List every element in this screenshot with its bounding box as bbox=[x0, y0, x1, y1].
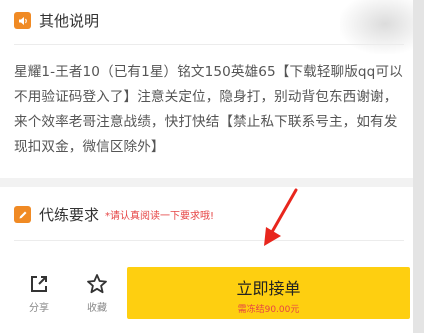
speaker-icon bbox=[14, 12, 31, 29]
section-gap bbox=[0, 178, 413, 187]
divider bbox=[14, 44, 404, 45]
background-blur bbox=[340, 0, 424, 54]
other-notes-title: 其他说明 bbox=[39, 12, 100, 30]
freeze-amount-text: 需冻结90.00元 bbox=[237, 305, 300, 315]
requirements-note: *请认真阅读一下要求哦! bbox=[105, 211, 215, 222]
favorite-label: 收藏 bbox=[87, 303, 107, 314]
accept-order-label: 立即接单 bbox=[236, 279, 301, 298]
requirements-header: 代练要求 *请认真阅读一下要求哦! bbox=[14, 204, 214, 225]
share-icon bbox=[31, 276, 47, 292]
favorite-button[interactable]: 收藏 bbox=[75, 273, 119, 314]
order-detail-card: 其他说明 星耀1-王者10（已有1星）铭文150英雄65【下载轻聊版qq可以不用… bbox=[0, 0, 424, 263]
pencil-icon bbox=[14, 206, 31, 223]
share-button[interactable]: 分享 bbox=[17, 273, 61, 314]
requirements-title: 代练要求 bbox=[39, 206, 100, 224]
other-notes-description: 星耀1-王者10（已有1星）铭文150英雄65【下载轻聊版qq可以不用验证码登入… bbox=[14, 64, 403, 155]
share-label: 分享 bbox=[29, 303, 49, 314]
star-icon bbox=[87, 274, 107, 294]
bottom-action-bar: 分享 收藏 立即接单 需冻结90.00元 bbox=[0, 263, 413, 333]
page-edge bbox=[413, 0, 424, 333]
accept-order-button[interactable]: 立即接单 需冻结90.00元 bbox=[127, 267, 410, 319]
other-notes-header: 其他说明 bbox=[14, 10, 99, 31]
divider bbox=[14, 240, 404, 241]
